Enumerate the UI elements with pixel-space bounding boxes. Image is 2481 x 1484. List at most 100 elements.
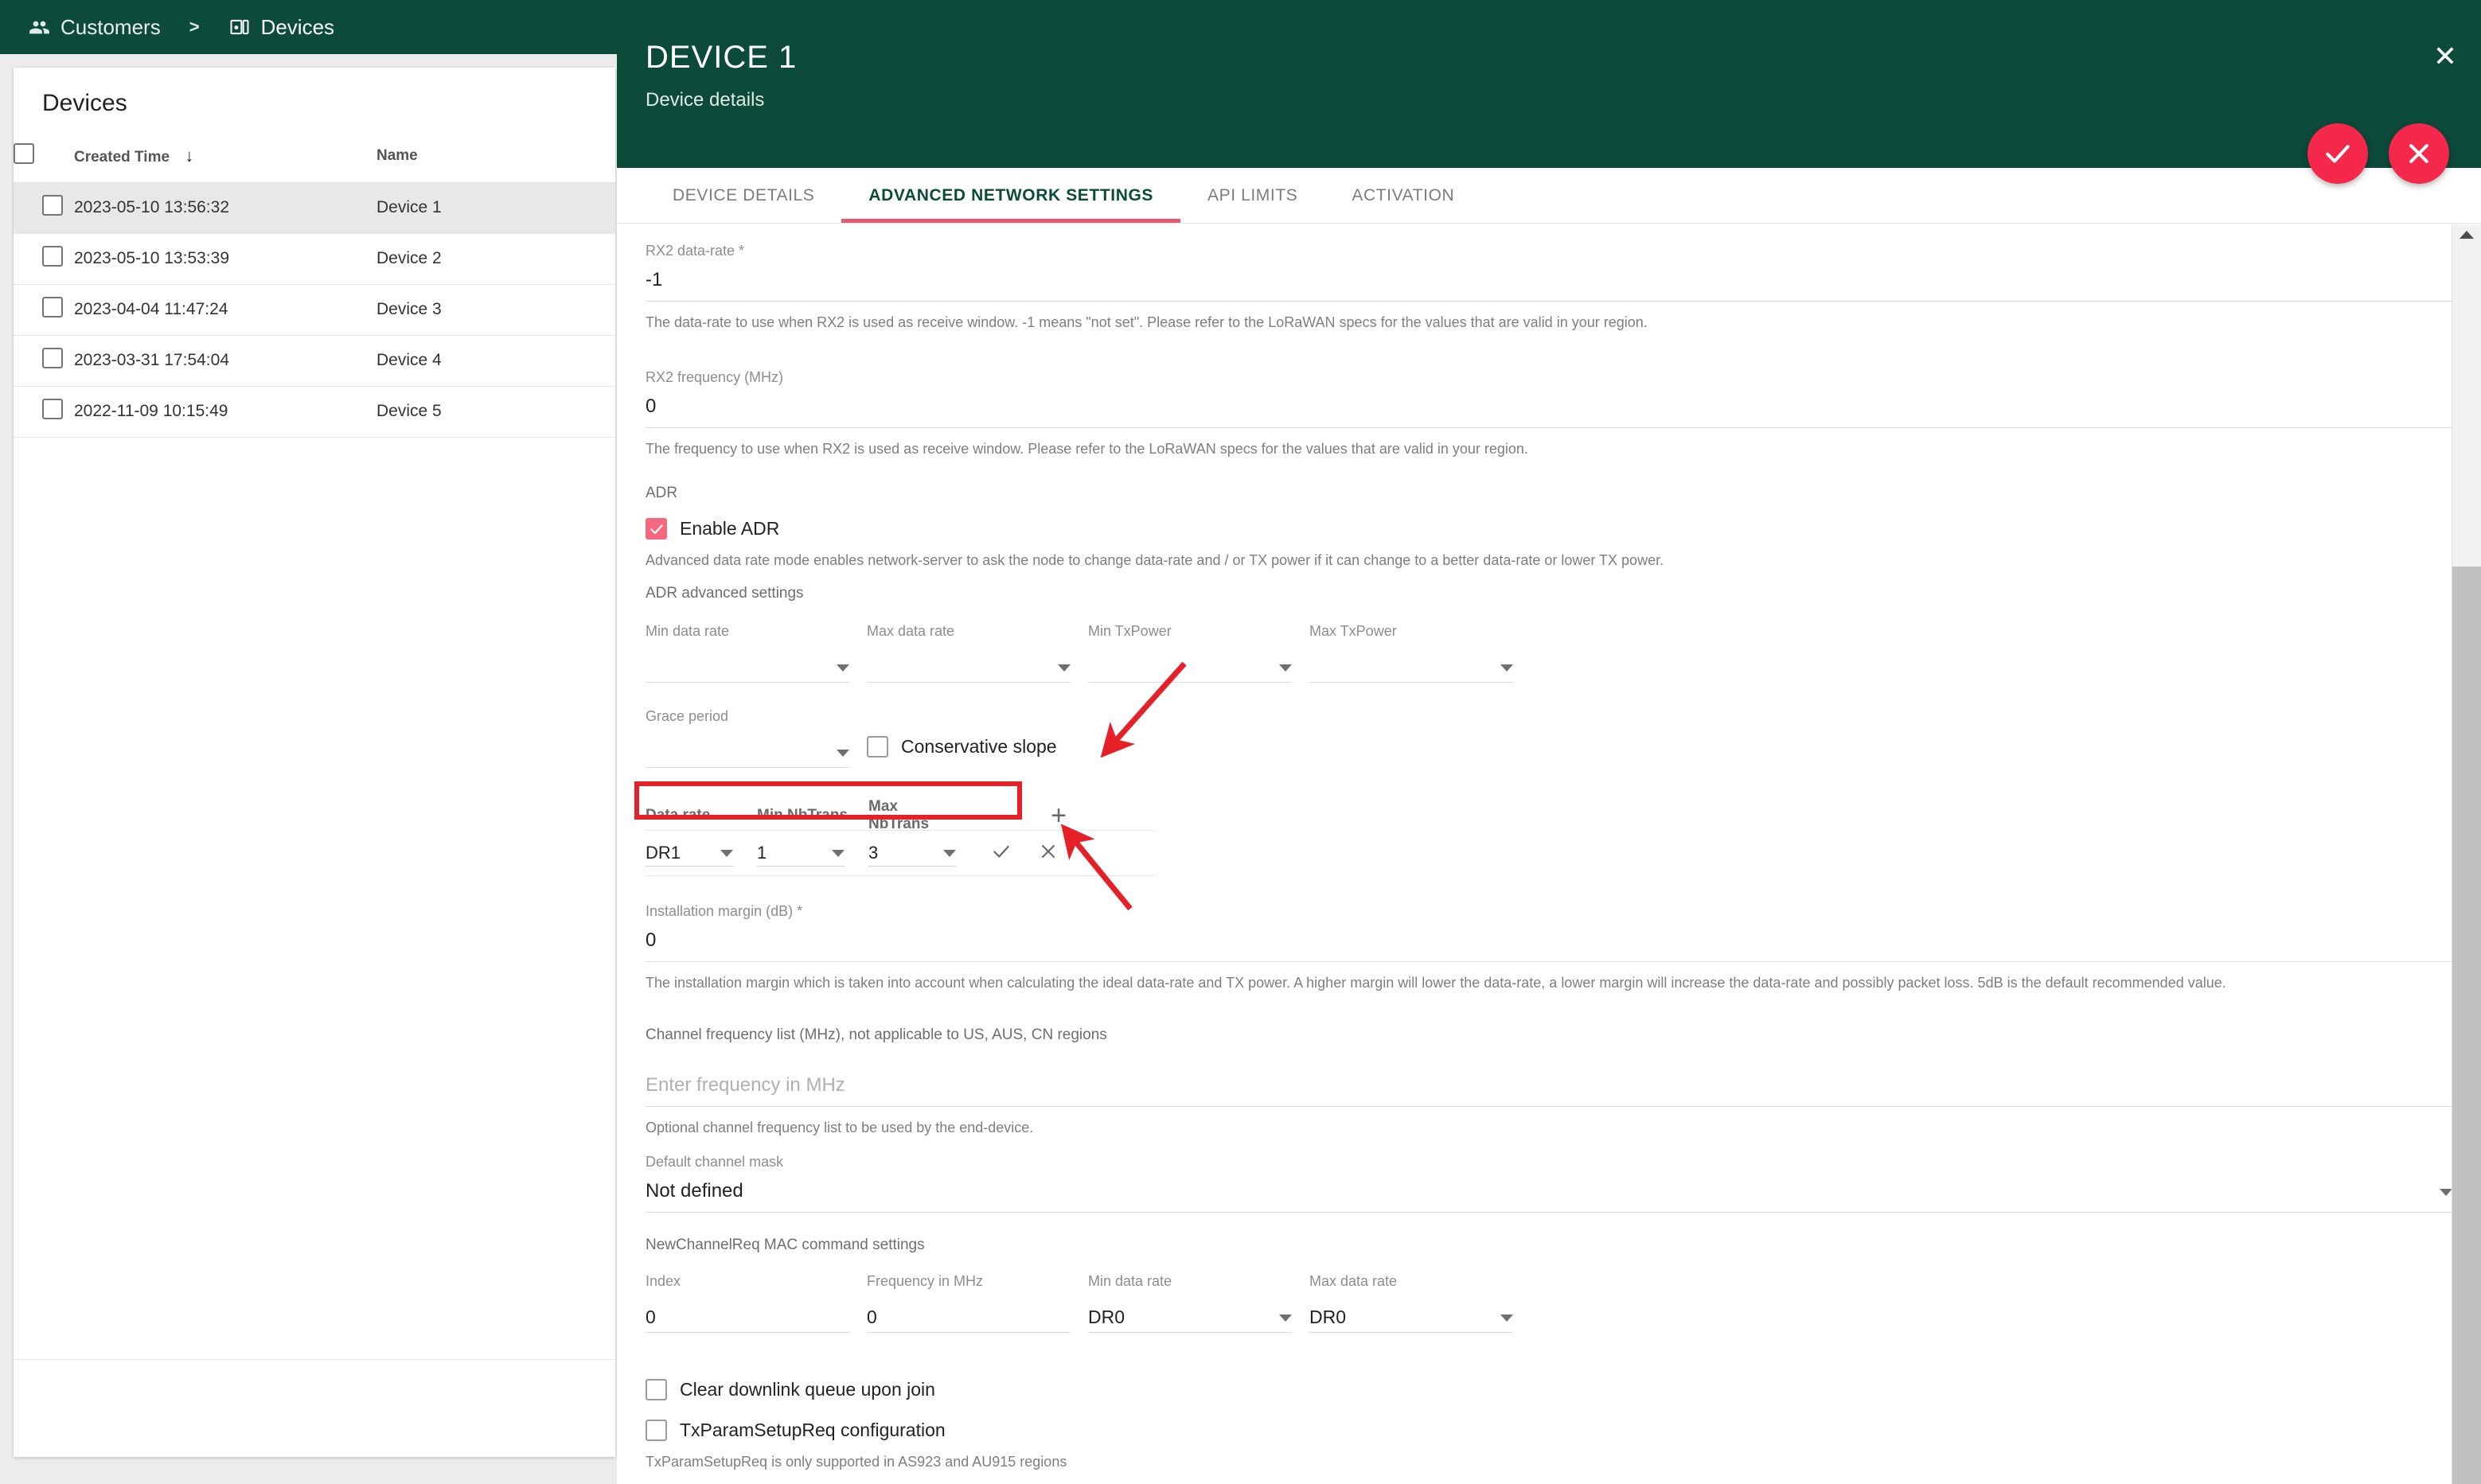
row-select-cell[interactable] bbox=[14, 182, 74, 233]
max-nbtrans-select[interactable]: 3 bbox=[868, 839, 956, 867]
channel-frequency-input[interactable]: Enter frequency in MHz bbox=[646, 1071, 2452, 1107]
breadcrumb-item-devices[interactable]: Devices bbox=[228, 15, 334, 40]
datarate-cell-max-nbtrans[interactable]: 3 bbox=[868, 839, 962, 867]
datarate-cell-min-nbtrans[interactable]: 1 bbox=[757, 839, 851, 867]
table-row[interactable]: 2023-04-04 11:47:24 Device 3 bbox=[14, 284, 615, 335]
tab-api-limits[interactable]: API LIMITS bbox=[1180, 168, 1324, 223]
chevron-down-icon bbox=[1058, 664, 1071, 672]
nc-min-data-rate-select[interactable]: DR0 bbox=[1088, 1301, 1292, 1333]
grace-period-select-cell: Grace period bbox=[646, 708, 867, 768]
txparam-row[interactable]: TxParamSetupReq configuration bbox=[646, 1420, 2452, 1441]
min-txpower-label: Min TxPower bbox=[1088, 623, 1172, 639]
nc-max-data-rate-label: Max data rate bbox=[1309, 1273, 1398, 1289]
txparam-hint: TxParamSetupReq is only supported in AS9… bbox=[646, 1454, 1067, 1470]
newchannelreq-row: Index 0 Frequency in MHz 0 Min data rate… bbox=[646, 1273, 2452, 1333]
enable-adr-row[interactable]: Enable ADR bbox=[646, 518, 2452, 539]
max-txpower-select[interactable] bbox=[1309, 651, 1513, 683]
installation-margin-input[interactable]: 0 bbox=[646, 926, 2452, 962]
scroll-up-icon[interactable] bbox=[2460, 231, 2474, 239]
datarate-table: Data rate Min NbTrans Max NbTrans + DR1 bbox=[646, 798, 1155, 876]
nc-max-data-rate-value: DR0 bbox=[1309, 1307, 1347, 1327]
conservative-slope-checkbox[interactable] bbox=[867, 736, 888, 758]
rx2-datarate-input[interactable]: -1 bbox=[646, 266, 2452, 302]
column-header-created-time[interactable]: Created Time ↓ bbox=[74, 130, 376, 182]
txparam-checkbox[interactable] bbox=[646, 1420, 667, 1441]
min-nbtrans-select[interactable]: 1 bbox=[757, 839, 845, 867]
installation-margin-field: Installation margin (dB) * 0 The install… bbox=[646, 903, 2452, 991]
vertical-scrollbar[interactable] bbox=[2452, 224, 2481, 1484]
default-channel-mask-field: Default channel mask Not defined bbox=[646, 1154, 2452, 1213]
chevron-down-icon bbox=[837, 750, 849, 757]
max-data-rate-select[interactable] bbox=[867, 651, 1071, 683]
select-all-cell[interactable] bbox=[14, 130, 74, 182]
table-row[interactable]: 2023-05-10 13:53:39 Device 2 bbox=[14, 233, 615, 284]
enable-adr-label: Enable ADR bbox=[680, 518, 780, 539]
row-checkbox[interactable] bbox=[42, 297, 63, 317]
column-label-created-time: Created Time bbox=[74, 148, 170, 166]
tab-activation[interactable]: ACTIVATION bbox=[1324, 168, 1481, 223]
detail-title: DEVICE 1 bbox=[646, 40, 798, 75]
select-all-checkbox[interactable] bbox=[14, 142, 34, 164]
adr-section-label: ADR bbox=[646, 485, 678, 501]
tab-device-details[interactable]: DEVICE DETAILS bbox=[646, 168, 841, 223]
scrollbar-thumb[interactable] bbox=[2452, 567, 2481, 1484]
newchannelreq-label: NewChannelReq MAC command settings bbox=[646, 1237, 925, 1253]
detail-tabs: DEVICE DETAILS ADVANCED NETWORK SETTINGS… bbox=[617, 168, 2481, 224]
row-select-cell[interactable] bbox=[14, 386, 74, 437]
breadcrumb-item-customers[interactable]: Customers bbox=[29, 15, 161, 40]
datarate-table-row[interactable]: DR1 1 3 bbox=[646, 830, 1155, 876]
max-data-rate-select-cell: Max data rate bbox=[867, 623, 1088, 683]
row-select-cell[interactable] bbox=[14, 233, 74, 284]
min-data-rate-select[interactable] bbox=[646, 651, 849, 683]
close-icon[interactable]: ✕ bbox=[2433, 42, 2457, 71]
devices-table-head: Created Time ↓ Name bbox=[14, 130, 615, 182]
max-nbtrans-value: 3 bbox=[868, 843, 879, 863]
clear-downlink-checkbox[interactable] bbox=[646, 1379, 667, 1400]
datarate-add-cell[interactable]: + bbox=[962, 802, 1155, 829]
index-input[interactable]: 0 bbox=[646, 1301, 849, 1333]
grace-period-select[interactable] bbox=[646, 736, 849, 768]
rx2-frequency-input[interactable]: 0 bbox=[646, 392, 2452, 428]
table-row[interactable]: 2023-05-10 13:56:32 Device 1 bbox=[14, 182, 615, 233]
column-header-name[interactable]: Name bbox=[376, 130, 615, 182]
discard-icon[interactable] bbox=[1039, 842, 1058, 864]
chevron-down-icon bbox=[1279, 1315, 1292, 1322]
enable-adr-checkbox[interactable] bbox=[646, 518, 667, 539]
row-checkbox[interactable] bbox=[42, 246, 63, 267]
row-checkbox[interactable] bbox=[42, 195, 63, 216]
row-select-cell[interactable] bbox=[14, 284, 74, 335]
devices-table-body: 2023-05-10 13:56:32 Device 1 2023-05-10 … bbox=[14, 182, 615, 437]
datarate-cell-data-rate[interactable]: DR1 bbox=[646, 839, 739, 867]
apply-button[interactable] bbox=[2307, 123, 2368, 184]
chevron-down-icon bbox=[2440, 1189, 2452, 1196]
add-icon[interactable]: + bbox=[1051, 802, 1067, 829]
min-txpower-select[interactable] bbox=[1088, 651, 1292, 683]
adr-advanced-settings-label: ADR advanced settings bbox=[646, 585, 804, 602]
min-nbtrans-value: 1 bbox=[757, 843, 767, 863]
conservative-slope-row[interactable]: Conservative slope bbox=[867, 726, 1057, 768]
frequency-input[interactable]: 0 bbox=[867, 1301, 1071, 1333]
sort-descending-icon[interactable]: ↓ bbox=[185, 146, 193, 166]
tab-advanced-network-settings[interactable]: ADVANCED NETWORK SETTINGS bbox=[841, 168, 1180, 223]
clear-downlink-label: Clear downlink queue upon join bbox=[680, 1379, 935, 1400]
cell-name: Device 3 bbox=[376, 300, 442, 318]
datarate-select[interactable]: DR1 bbox=[646, 839, 733, 867]
cancel-button[interactable] bbox=[2389, 123, 2449, 184]
default-channel-mask-select[interactable]: Not defined bbox=[646, 1177, 2452, 1213]
rx2-frequency-label: RX2 frequency (MHz) bbox=[646, 369, 784, 385]
table-row[interactable]: 2023-03-31 17:54:04 Device 4 bbox=[14, 335, 615, 386]
row-select-cell[interactable] bbox=[14, 335, 74, 386]
devices-card: Devices Created Time ↓ Name 2023-05-10 1… bbox=[14, 68, 615, 1457]
clear-downlink-row[interactable]: Clear downlink queue upon join bbox=[646, 1379, 2452, 1400]
table-row[interactable]: 2022-11-09 10:15:49 Device 5 bbox=[14, 386, 615, 437]
breadcrumb-separator: > bbox=[189, 17, 200, 37]
row-checkbox[interactable] bbox=[42, 348, 63, 368]
confirm-icon[interactable] bbox=[991, 841, 1012, 865]
row-checkbox[interactable] bbox=[42, 399, 63, 419]
nc-max-data-rate-select[interactable]: DR0 bbox=[1309, 1301, 1513, 1333]
